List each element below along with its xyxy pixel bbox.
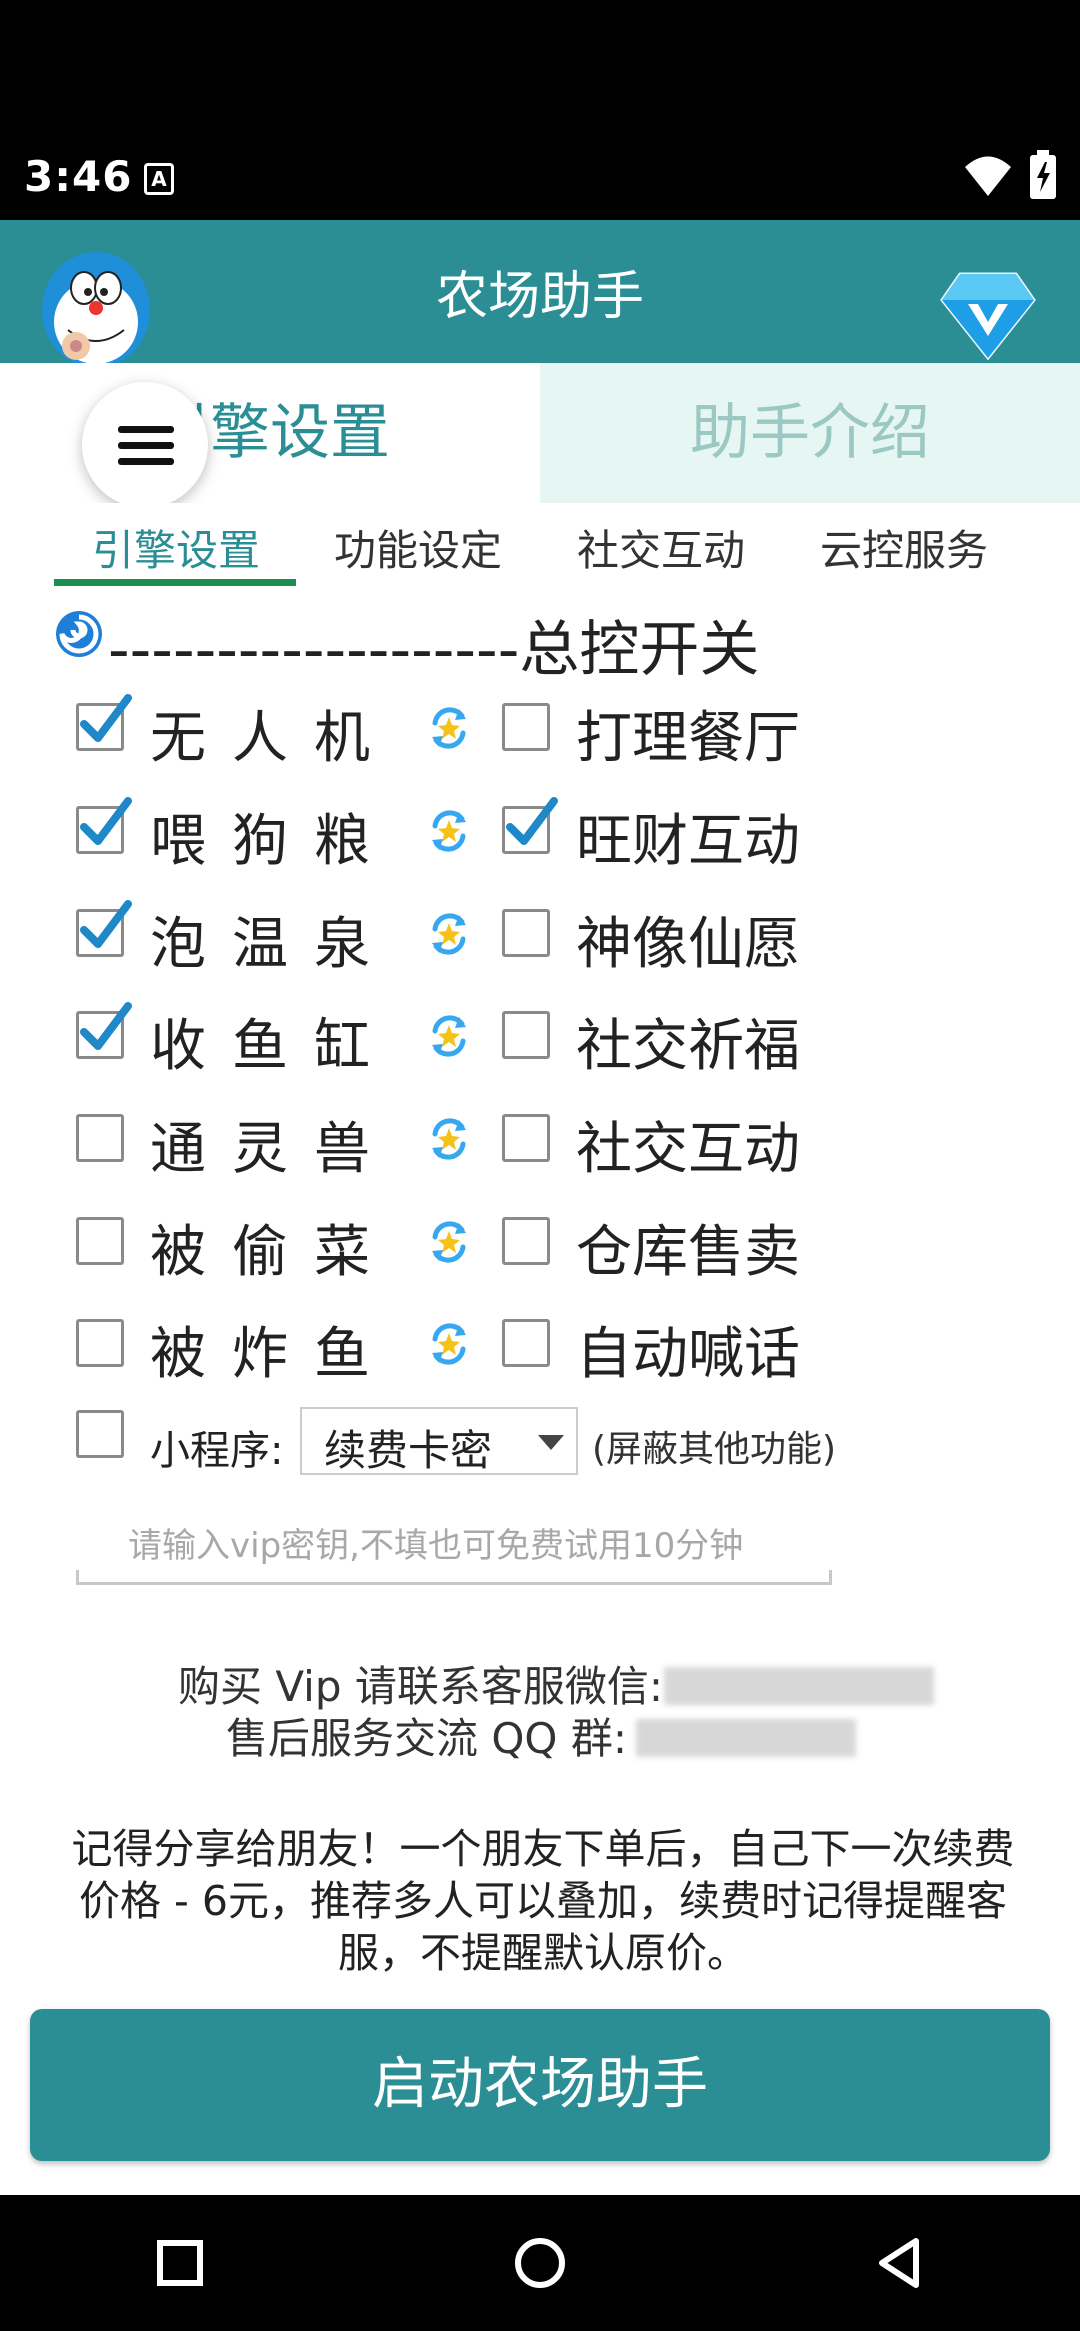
option-spirit-beast[interactable]: 通灵兽	[76, 1104, 496, 1184]
option-hot-spring[interactable]: 泡温泉	[76, 899, 496, 979]
option-bombed-fish[interactable]: 被炸鱼	[76, 1309, 496, 1389]
menu-icon-bar	[118, 426, 174, 433]
menu-icon-bar	[118, 458, 174, 465]
menu-button[interactable]	[82, 382, 208, 508]
tab-assistant-intro[interactable]: 助手介绍	[540, 363, 1080, 503]
option-wangcai[interactable]: 旺财互动	[502, 796, 862, 876]
checkbox[interactable]	[76, 1319, 124, 1367]
share-note: 记得分享给朋友！一个朋友下单后，自己下一次续费价格 - 6元，推荐多人可以叠加，…	[71, 1825, 1015, 1977]
option-warehouse-sell[interactable]: 仓库售卖	[502, 1207, 862, 1287]
option-label: 通灵兽	[150, 1117, 396, 1182]
redacted-wechat-id	[664, 1667, 934, 1705]
option-label: 打理餐厅	[576, 706, 800, 771]
option-label: 收鱼缸	[150, 1014, 396, 1079]
chevron-down-icon	[538, 1435, 564, 1450]
option-label: 社交互动	[576, 1117, 800, 1182]
mini-program-row: 小程序: 续费卡密 (屏蔽其他功能)	[76, 1407, 1076, 1488]
redacted-qq-group	[636, 1719, 856, 1757]
option-social-blessing[interactable]: 社交祈福	[502, 1001, 862, 1081]
option-statue-wish[interactable]: 神像仙愿	[502, 899, 862, 979]
sync-icon[interactable]	[426, 1219, 472, 1265]
system-nav-bar	[0, 2195, 1080, 2331]
option-auto-shout[interactable]: 自动喊话	[502, 1309, 862, 1389]
mini-program-label: 小程序:	[150, 1428, 284, 1474]
checkbox[interactable]	[76, 900, 132, 957]
swirl-icon	[56, 611, 102, 657]
menu-icon-bar	[118, 442, 174, 449]
subtab-feature-settings[interactable]: 功能设定	[334, 517, 502, 578]
option-label: 神像仙愿	[576, 912, 800, 977]
option-social-interact[interactable]: 社交互动	[502, 1104, 862, 1184]
checkmark-icon	[506, 797, 558, 845]
checkmark-icon	[80, 1002, 132, 1050]
master-switch-label: -------------------总控开关	[108, 615, 760, 685]
mini-program-note: (屏蔽其他功能)	[592, 1429, 837, 1470]
start-assistant-button[interactable]: 启动农场助手	[30, 2009, 1050, 2161]
mini-program-checkbox[interactable]	[76, 1410, 124, 1458]
qq-group-label: 售后服务交流 QQ 群:	[226, 1714, 627, 1763]
option-label: 旺财互动	[576, 809, 800, 874]
subtab-engine-settings[interactable]: 引擎设置	[92, 517, 260, 578]
checkbox[interactable]	[76, 797, 132, 854]
checkbox[interactable]	[76, 1217, 124, 1265]
option-label: 喂狗粮	[150, 809, 396, 874]
back-icon[interactable]	[872, 2235, 928, 2291]
option-restaurant[interactable]: 打理餐厅	[502, 693, 862, 773]
checkbox[interactable]	[502, 1319, 550, 1367]
option-label: 被偷菜	[150, 1220, 396, 1285]
status-time: 3:46	[24, 152, 133, 201]
option-label: 社交祈福	[576, 1014, 800, 1079]
wifi-icon	[965, 156, 1011, 196]
option-label: 自动喊话	[576, 1322, 800, 1387]
option-label: 无人机	[150, 706, 396, 771]
sync-icon[interactable]	[426, 911, 472, 957]
sync-icon[interactable]	[426, 1013, 472, 1059]
sync-icon[interactable]	[426, 808, 472, 854]
option-label: 泡温泉	[150, 912, 396, 977]
subtab-social[interactable]: 社交互动	[577, 517, 745, 578]
status-bar: 3:46 A	[0, 0, 1080, 220]
home-icon[interactable]	[512, 2235, 568, 2291]
renewal-select[interactable]: 续费卡密	[300, 1407, 578, 1475]
recent-apps-icon[interactable]	[152, 2235, 208, 2291]
app-header: 农场助手	[0, 220, 1080, 363]
battery-icon	[1030, 150, 1056, 199]
sub-tab-bar: 引擎设置 功能设定 社交互动 云控服务	[0, 503, 1080, 588]
checkbox[interactable]	[76, 694, 132, 751]
sync-icon[interactable]	[426, 1116, 472, 1162]
subtab-cloud-service[interactable]: 云控服务	[820, 517, 988, 578]
checkbox[interactable]	[502, 797, 558, 854]
main-content: 引擎设置 功能设定 社交互动 云控服务 -------------------总…	[0, 503, 1080, 2195]
checkbox[interactable]	[502, 1217, 550, 1265]
checkbox[interactable]	[502, 703, 550, 751]
checkbox[interactable]	[502, 1011, 550, 1059]
notification-a-icon: A	[144, 163, 174, 195]
option-label: 被炸鱼	[150, 1322, 396, 1387]
checkmark-icon	[80, 694, 132, 742]
sync-icon[interactable]	[426, 1321, 472, 1367]
option-drone[interactable]: 无人机	[76, 693, 496, 773]
option-label: 仓库售卖	[576, 1220, 800, 1285]
app-title: 农场助手	[435, 267, 644, 327]
vip-key-field	[76, 1513, 832, 1585]
checkbox[interactable]	[502, 1114, 550, 1162]
tab-engine-settings[interactable]: 引擎设置	[0, 363, 540, 503]
option-feed-dog[interactable]: 喂狗粮	[76, 796, 496, 876]
option-stolen-veg[interactable]: 被偷菜	[76, 1207, 496, 1287]
checkmark-icon	[80, 900, 132, 948]
checkmark-icon	[80, 797, 132, 845]
option-fish-tank[interactable]: 收鱼缸	[76, 1001, 496, 1081]
active-subtab-underline	[54, 579, 296, 586]
sync-icon[interactable]	[426, 705, 472, 751]
renewal-select-value: 续费卡密	[324, 1426, 493, 1475]
checkbox[interactable]	[76, 1114, 124, 1162]
vip-diamond-icon[interactable]	[940, 270, 1036, 360]
checkbox[interactable]	[502, 909, 550, 957]
checkbox[interactable]	[76, 1002, 132, 1059]
vip-key-input[interactable]	[76, 1513, 832, 1579]
